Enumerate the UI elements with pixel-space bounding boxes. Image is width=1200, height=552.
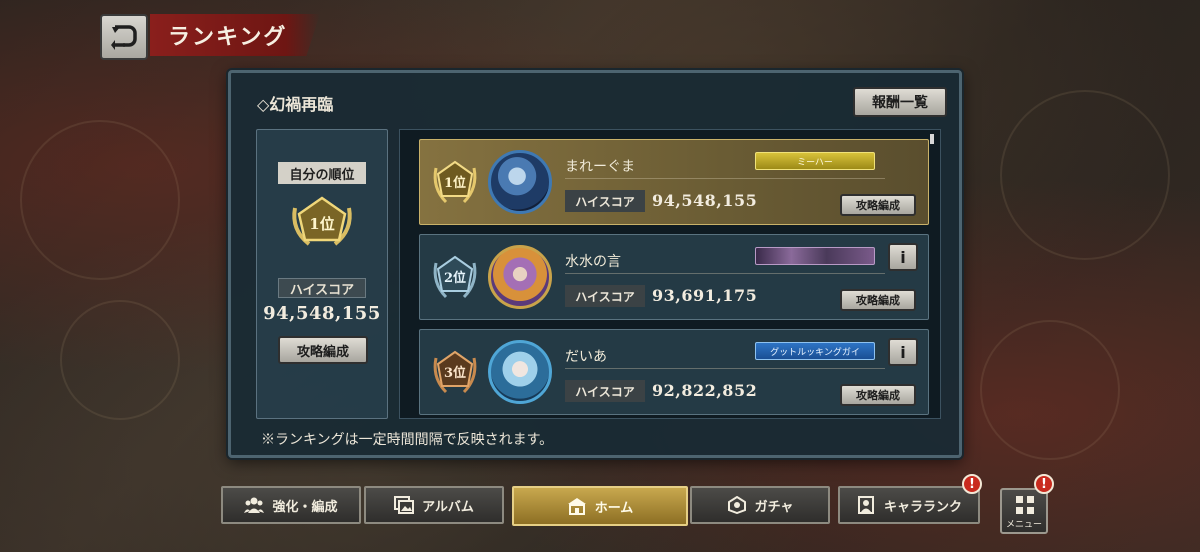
event-title: ◇幻禍再臨 bbox=[257, 95, 334, 114]
menu-button[interactable]: メニュー bbox=[1000, 488, 1048, 534]
nav-album[interactable]: アルバム bbox=[364, 486, 504, 524]
player-title-badge bbox=[755, 247, 875, 265]
bronze-rank-badge-icon: 3位 bbox=[433, 350, 477, 394]
divider bbox=[565, 368, 885, 369]
player-title-badge: グットルッキングガイ bbox=[755, 342, 875, 360]
silver-rank-badge-icon: 2位 bbox=[433, 255, 477, 299]
people-icon bbox=[244, 497, 265, 513]
highscore-label: ハイスコア bbox=[565, 190, 645, 212]
notification-alert-icon: ! bbox=[1034, 474, 1054, 494]
svg-text:3位: 3位 bbox=[444, 365, 466, 381]
highscore-label: ハイスコア bbox=[565, 285, 645, 307]
nav-gacha[interactable]: ガチャ bbox=[690, 486, 830, 524]
player-name: だいあ bbox=[565, 349, 607, 365]
player-avatar[interactable] bbox=[488, 245, 552, 309]
strategy-team-button[interactable]: 攻略編成 bbox=[840, 384, 916, 406]
background-ornament bbox=[60, 300, 180, 420]
ranking-row: 2位 水水の言 i ハイスコア 93,691,175 攻略編成 bbox=[419, 234, 929, 320]
ranking-row: 1位 まれーぐま ミーハー ハイスコア 94,548,155 攻略編成 bbox=[419, 139, 929, 225]
menu-label: メニュー bbox=[1005, 520, 1042, 530]
background-ornament bbox=[20, 120, 180, 280]
player-avatar[interactable] bbox=[488, 150, 552, 214]
svg-text:1位: 1位 bbox=[444, 175, 466, 191]
nav-label: キャラランク bbox=[883, 499, 962, 515]
my-highscore-value: 94,548,155 bbox=[263, 303, 381, 324]
nav-label: アルバム bbox=[422, 499, 474, 515]
player-title-badge: ミーハー bbox=[755, 152, 875, 170]
grid-menu-icon bbox=[1016, 496, 1034, 514]
nav-label: 強化・編成 bbox=[272, 499, 338, 515]
ranking-row: 3位 だいあ グットルッキングガイ i ハイスコア 92,822,852 攻略編… bbox=[419, 329, 929, 415]
my-strategy-team-button[interactable]: 攻略編成 bbox=[278, 336, 368, 364]
divider bbox=[565, 178, 885, 179]
back-button[interactable] bbox=[100, 14, 148, 60]
nav-character-rank[interactable]: キャラランク bbox=[838, 486, 980, 524]
background-ornament bbox=[1000, 90, 1170, 260]
svg-text:2位: 2位 bbox=[444, 270, 466, 286]
album-icon bbox=[394, 496, 415, 514]
highscore-value: 93,691,175 bbox=[652, 286, 758, 305]
player-avatar[interactable] bbox=[488, 340, 552, 404]
background-ornament bbox=[980, 320, 1120, 460]
scrollbar[interactable] bbox=[930, 134, 934, 144]
player-name: 水水の言 bbox=[565, 254, 621, 270]
highscore-value: 92,822,852 bbox=[652, 381, 758, 400]
rewards-list-button[interactable]: 報酬一覧 bbox=[853, 87, 947, 117]
my-ranking-box: 自分の順位 1位 ハイスコア 94,548,155 攻略編成 bbox=[256, 129, 388, 419]
notification-alert-icon: ! bbox=[962, 474, 982, 494]
nav-label: ホーム bbox=[594, 500, 634, 516]
gacha-icon bbox=[727, 496, 746, 514]
nav-home[interactable]: ホーム bbox=[512, 486, 688, 526]
page-title: ランキング bbox=[150, 14, 320, 56]
divider bbox=[565, 273, 885, 274]
my-highscore-label: ハイスコア bbox=[278, 278, 366, 298]
strategy-team-button[interactable]: 攻略編成 bbox=[840, 194, 916, 216]
gold-laurel-rank-icon: 1位 bbox=[292, 196, 352, 246]
player-name: まれーぐま bbox=[565, 159, 635, 175]
strategy-team-button[interactable]: 攻略編成 bbox=[840, 289, 916, 311]
character-icon bbox=[857, 496, 874, 514]
player-info-button[interactable]: i bbox=[888, 338, 918, 366]
home-icon bbox=[567, 498, 586, 515]
ranking-update-note: ※ランキングは一定時間間隔で反映されます。 bbox=[261, 432, 554, 448]
gold-rank-badge-icon: 1位 bbox=[433, 160, 477, 204]
highscore-label: ハイスコア bbox=[565, 380, 645, 402]
player-info-button[interactable]: i bbox=[888, 243, 918, 271]
my-rank-label: 自分の順位 bbox=[278, 162, 366, 184]
ranking-list[interactable]: 1位 まれーぐま ミーハー ハイスコア 94,548,155 攻略編成 2位 水… bbox=[399, 129, 941, 419]
back-arrow-icon bbox=[111, 25, 137, 50]
nav-label: ガチャ bbox=[754, 499, 794, 515]
nav-enhance-team[interactable]: 強化・編成 bbox=[221, 486, 361, 524]
highscore-value: 94,548,155 bbox=[652, 191, 758, 210]
my-rank-value: 1位 bbox=[309, 215, 334, 233]
ranking-panel: ◇幻禍再臨 報酬一覧 自分の順位 1位 ハイスコア 94,548,155 攻略編… bbox=[228, 70, 962, 458]
